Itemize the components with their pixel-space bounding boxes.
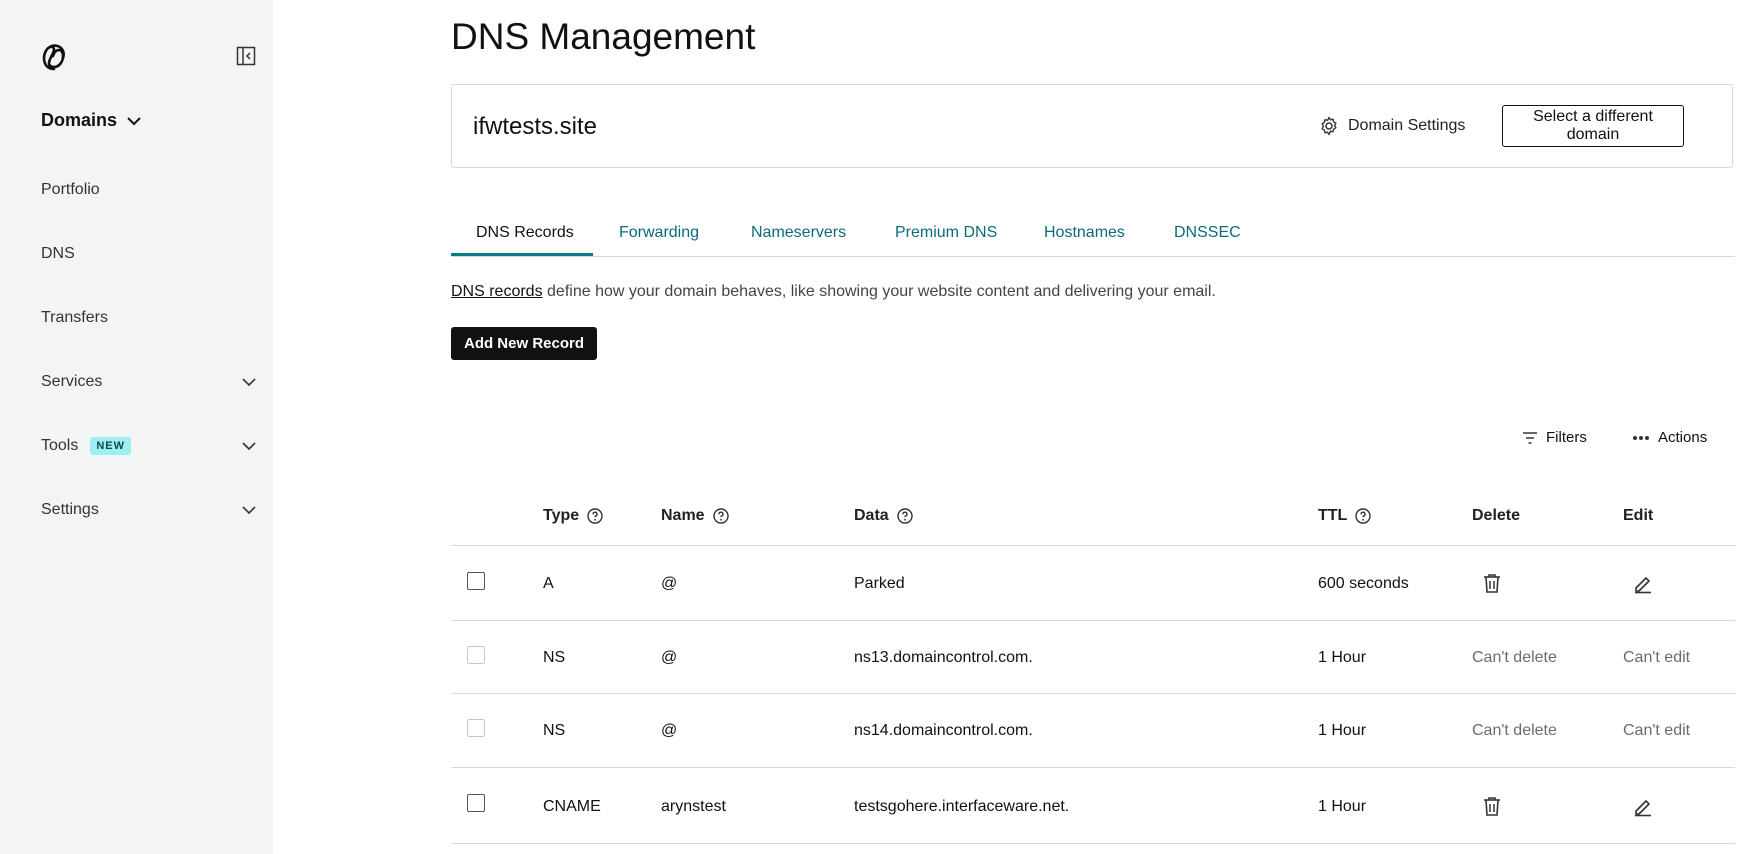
tab-hostnames[interactable]: Hostnames [1044, 221, 1125, 256]
tab-dnssec[interactable]: DNSSEC [1174, 221, 1241, 256]
column-header-delete: Delete [1472, 507, 1521, 524]
gear-icon [1321, 116, 1337, 136]
column-header-label: Name [661, 507, 705, 524]
chevron-down-icon [242, 506, 256, 515]
filters-button[interactable]: Filters [1522, 429, 1587, 446]
record-name: @ [661, 575, 678, 592]
sidebar-item-dns[interactable]: DNS [41, 245, 256, 263]
record-ttl: 1 Hour [1318, 798, 1367, 815]
column-header-ttl: TTL [1318, 507, 1372, 525]
pencil-icon[interactable] [1632, 795, 1654, 817]
record-type: CNAME [543, 798, 601, 815]
column-header-name: Name [661, 507, 729, 525]
tab-premium-dns[interactable]: Premium DNS [895, 221, 997, 256]
cant-edit-text: Can't edit [1623, 722, 1691, 739]
sidebar-item-label: Settings [41, 501, 99, 518]
pencil-icon[interactable] [1632, 572, 1654, 594]
domain-settings-link[interactable]: Domain Settings [1319, 116, 1465, 136]
actions-label: Actions [1658, 429, 1708, 446]
domain-name: ifwtests.site [473, 113, 598, 140]
record-ttl: 600 seconds [1318, 575, 1409, 592]
record-type: A [543, 575, 554, 592]
record-type: NS [543, 649, 566, 666]
filters-label: Filters [1546, 429, 1587, 446]
column-header-label: TTL [1318, 507, 1348, 524]
dns-records-table: Type Name Data TTL Delete Edit A @ Parke… [451, 495, 1735, 844]
table-header: Type Name Data TTL Delete Edit [451, 495, 1735, 546]
record-name: @ [661, 722, 678, 739]
cant-edit-text: Can't edit [1623, 649, 1691, 666]
help-icon[interactable] [1355, 508, 1372, 524]
column-header-edit: Edit [1623, 507, 1654, 524]
record-data: testsgohere.interfaceware.net. [854, 798, 1070, 815]
trash-icon[interactable] [1481, 572, 1503, 594]
dns-records-description: DNS records define how your domain behav… [451, 283, 1216, 301]
record-data: ns14.domaincontrol.com. [854, 722, 1033, 739]
page-title: DNS Management [451, 16, 756, 57]
domains-menu-label: Domains [41, 110, 118, 130]
sidebar-item-services[interactable]: Services [41, 373, 256, 391]
sidebar-item-portfolio[interactable]: Portfolio [41, 181, 256, 199]
table-row: NS @ ns14.domaincontrol.com. 1 Hour Can'… [451, 694, 1735, 768]
sidebar-item-label: DNS [41, 245, 75, 262]
table-row: NS @ ns13.domaincontrol.com. 1 Hour Can'… [451, 621, 1735, 694]
column-header-type: Type [543, 507, 603, 525]
sidebar: Domains Portfolio DNS Transfers Services… [0, 0, 273, 854]
record-data: ns13.domaincontrol.com. [854, 649, 1033, 666]
cant-delete-text: Can't delete [1472, 722, 1557, 739]
help-icon[interactable] [896, 508, 913, 524]
row-select-checkbox [467, 719, 485, 737]
sidebar-item-label: Transfers [41, 309, 108, 326]
record-type: NS [543, 722, 566, 739]
table-row: A @ Parked 600 seconds [451, 546, 1735, 621]
domain-card: ifwtests.site Domain Settings Select a d… [451, 84, 1733, 168]
help-icon[interactable] [712, 508, 729, 524]
record-name: arynstest [661, 798, 726, 815]
column-header-label: Data [854, 507, 889, 524]
select-different-domain-button[interactable]: Select a different domain [1502, 105, 1684, 147]
record-data: Parked [854, 575, 905, 592]
table-row: CNAME arynstest testsgohere.interfacewar… [451, 768, 1735, 844]
sidebar-item-label: Tools [41, 437, 79, 454]
tab-dns-records[interactable]: DNS Records [451, 221, 593, 256]
domain-settings-label: Domain Settings [1348, 117, 1466, 134]
description-text: define how your domain behaves, like sho… [542, 283, 1216, 300]
domains-menu[interactable]: Domains [41, 110, 141, 131]
sidebar-item-label: Services [41, 373, 103, 390]
row-select-checkbox[interactable] [467, 794, 485, 812]
chevron-down-icon [242, 442, 256, 451]
row-select-checkbox [467, 646, 485, 664]
record-ttl: 1 Hour [1318, 649, 1367, 666]
add-new-record-button[interactable]: Add New Record [451, 327, 597, 360]
cant-delete-text: Can't delete [1472, 649, 1557, 666]
filter-icon [1523, 431, 1537, 444]
sidebar-item-settings[interactable]: Settings [41, 501, 256, 519]
tab-forwarding[interactable]: Forwarding [619, 221, 699, 256]
record-name: @ [661, 649, 678, 666]
tab-nameservers[interactable]: Nameservers [751, 221, 846, 256]
godaddy-logo-icon[interactable] [38, 41, 70, 73]
actions-button[interactable]: Actions [1632, 429, 1707, 446]
more-horizontal-icon [1633, 435, 1649, 440]
sidebar-item-transfers[interactable]: Transfers [41, 309, 256, 327]
column-header-label: Type [543, 507, 580, 524]
tab-bar: DNS Records Forwarding Nameservers Premi… [451, 221, 1735, 257]
chevron-down-icon [242, 378, 256, 387]
column-header-data: Data [854, 507, 913, 525]
record-ttl: 1 Hour [1318, 722, 1367, 739]
collapse-sidebar-icon[interactable] [236, 46, 256, 66]
trash-icon[interactable] [1481, 795, 1503, 817]
row-select-checkbox[interactable] [467, 572, 485, 590]
help-icon[interactable] [587, 508, 603, 524]
sidebar-item-tools[interactable]: Tools NEW [41, 437, 256, 455]
sidebar-item-label: Portfolio [41, 181, 100, 198]
new-badge: NEW [90, 437, 132, 455]
chevron-down-icon [127, 116, 141, 125]
dns-records-link[interactable]: DNS records [451, 283, 543, 300]
